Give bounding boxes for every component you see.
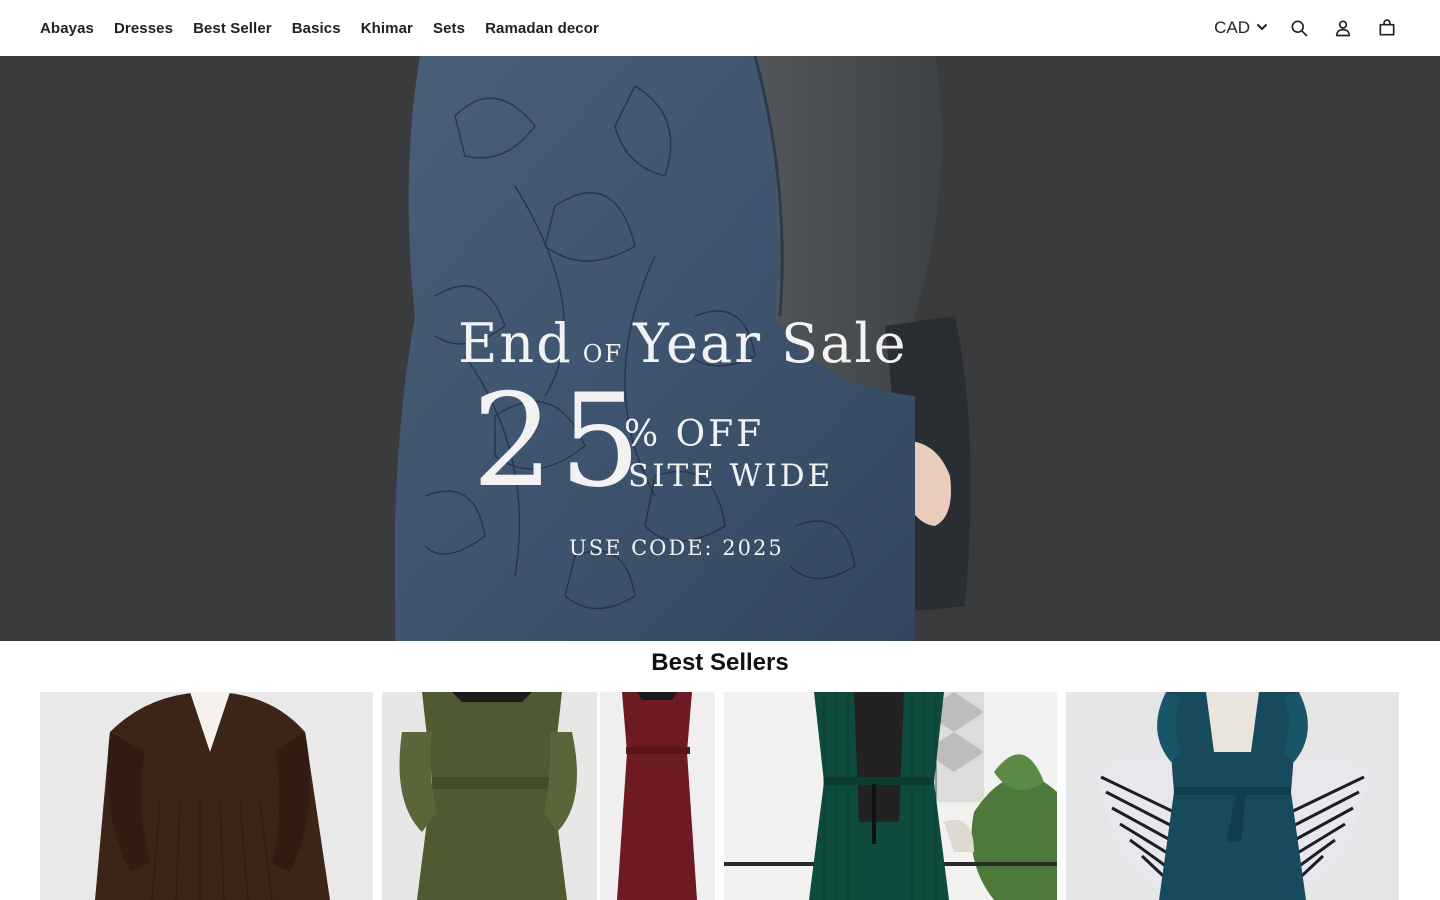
main-nav: Abayas Dresses Best Seller Basics Khimar… <box>40 20 599 37</box>
hero-text: End OF Year Sale 25 % OFF SITE WIDE USE CO… <box>0 56 1440 641</box>
product-card[interactable] <box>40 692 373 900</box>
nav-khimar[interactable]: Khimar <box>361 20 413 37</box>
hero-title: End OF Year Sale <box>458 312 908 375</box>
best-sellers-title: Best Sellers <box>651 649 789 676</box>
product-card[interactable] <box>1066 692 1399 900</box>
product-card[interactable] <box>382 692 715 900</box>
hero-promo-code: USE CODE: 2025 <box>569 536 784 560</box>
account-icon[interactable] <box>1330 15 1356 41</box>
hero-title-year-sale: Year Sale <box>633 312 908 375</box>
hero-title-of: OF <box>582 340 624 368</box>
cart-icon[interactable] <box>1374 15 1400 41</box>
currency-selector[interactable]: CAD <box>1214 18 1268 38</box>
hero-title-end: End <box>458 312 573 375</box>
product-card[interactable] <box>724 692 1057 900</box>
search-icon[interactable] <box>1286 15 1312 41</box>
hero-site-wide: SITE WIDE <box>628 458 834 494</box>
header-tools: CAD <box>1214 15 1400 41</box>
nav-sets[interactable]: Sets <box>433 20 465 37</box>
hero-banner[interactable]: End OF Year Sale 25 % OFF SITE WIDE USE CO… <box>0 56 1440 641</box>
best-sellers-grid <box>40 692 1400 900</box>
product-image <box>1066 692 1399 900</box>
nav-dresses[interactable]: Dresses <box>114 20 173 37</box>
hero-percent-off: % OFF <box>624 414 765 455</box>
product-image <box>40 692 373 900</box>
nav-abayas[interactable]: Abayas <box>40 20 94 37</box>
currency-label: CAD <box>1214 18 1250 37</box>
chevron-down-icon <box>1256 18 1268 38</box>
hero-discount-number: 25 <box>472 367 647 516</box>
nav-ramadan-decor[interactable]: Ramadan decor <box>485 20 599 37</box>
nav-best-seller[interactable]: Best Seller <box>193 20 272 37</box>
product-image <box>382 692 715 900</box>
site-header: Abayas Dresses Best Seller Basics Khimar… <box>0 0 1440 56</box>
product-image <box>724 692 1057 900</box>
nav-basics[interactable]: Basics <box>292 20 341 37</box>
